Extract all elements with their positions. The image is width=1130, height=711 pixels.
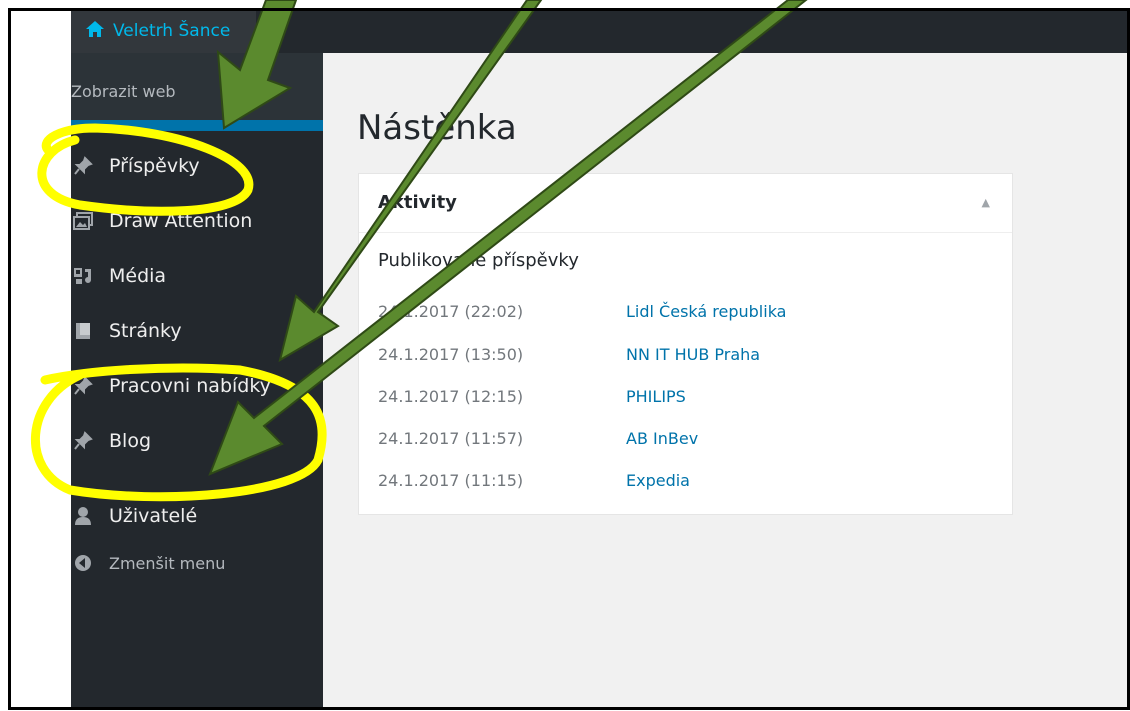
wp-admin-screen: Veletrh Šance Zobrazit web Příspěvky Dra…	[8, 8, 1130, 708]
sidebar-item-label: Média	[109, 264, 167, 287]
pages-icon	[71, 319, 95, 343]
sidebar-item-posts[interactable]: Příspěvky	[71, 138, 323, 193]
page-title: Nástěnka	[357, 108, 517, 148]
sidebar-item-users[interactable]: Uživatelé	[71, 488, 323, 543]
post-link[interactable]: Expedia	[626, 471, 690, 490]
collapse-arrow-icon	[71, 551, 95, 575]
admin-bar: Veletrh Šance	[71, 8, 1130, 53]
post-link[interactable]: NN IT HUB Praha	[626, 345, 760, 364]
sidebar-item-label: Draw Attention	[109, 209, 253, 232]
sidebar-item-label: Stránky	[109, 319, 182, 342]
left-margin	[8, 8, 71, 708]
home-icon	[85, 20, 105, 42]
post-date: 24.1.2017 (13:50)	[378, 345, 524, 364]
sidebar-item-job-offers[interactable]: Pracovni nabídky	[71, 358, 323, 413]
post-date: 24.1.2017 (22:02)	[378, 302, 524, 321]
widget-title: Aktivity	[378, 192, 457, 213]
user-icon	[71, 504, 95, 528]
collapse-menu-label: Zmenšit menu	[109, 553, 226, 573]
post-date: 24.1.2017 (12:15)	[378, 387, 524, 406]
media-icon	[71, 264, 95, 288]
post-link[interactable]: AB InBev	[626, 429, 698, 448]
sidebar-item-label: Příspěvky	[109, 154, 200, 177]
list-item: 24.1.2017 (11:15) Expedia	[378, 471, 690, 495]
widget-header[interactable]: Aktivity ▲	[359, 174, 1012, 233]
site-home-link[interactable]: Veletrh Šance	[71, 8, 256, 53]
post-date: 24.1.2017 (11:57)	[378, 429, 524, 448]
sidebar-item-label: Uživatelé	[109, 504, 198, 527]
view-site-link[interactable]: Zobrazit web	[71, 82, 176, 101]
post-link[interactable]: PHILIPS	[626, 387, 686, 406]
list-item: 24.1.2017 (11:57) AB InBev	[378, 429, 698, 453]
widget-section-title: Publikované příspěvky	[378, 250, 579, 271]
sidebar-item-draw-attention[interactable]: Draw Attention	[71, 193, 323, 248]
list-item: 24.1.2017 (12:15) PHILIPS	[378, 387, 686, 411]
pin-icon	[71, 374, 95, 398]
post-link[interactable]: Lidl Česká republika	[626, 302, 786, 321]
pin-icon	[71, 154, 95, 178]
sidebar-item-label: Pracovni nabídky	[109, 374, 271, 397]
site-name: Veletrh Šance	[113, 20, 231, 41]
sidebar-item-pages[interactable]: Stránky	[71, 303, 323, 358]
list-item: 24.1.2017 (22:02) Lidl Česká republika	[378, 302, 786, 326]
sidebar-item-media[interactable]: Média	[71, 248, 323, 303]
pin-icon	[71, 429, 95, 453]
collapse-menu-button[interactable]: Zmenšit menu	[71, 543, 323, 583]
sidebar-item-label: Blog	[109, 429, 151, 452]
main-content: Nástěnka Aktivity ▲ Publikované příspěvk…	[323, 53, 1130, 708]
view-site-submenu: Zobrazit web	[71, 53, 323, 131]
sidebar-item-blog[interactable]: Blog	[71, 413, 323, 468]
active-indicator	[71, 120, 323, 131]
images-icon	[71, 209, 95, 233]
collapse-toggle-icon[interactable]: ▲	[982, 196, 990, 209]
post-date: 24.1.2017 (11:15)	[378, 471, 524, 490]
admin-sidebar: Zobrazit web Příspěvky Draw Attention Mé…	[71, 53, 323, 708]
activity-widget: Aktivity ▲ Publikované příspěvky 24.1.20…	[358, 173, 1013, 515]
list-item: 24.1.2017 (13:50) NN IT HUB Praha	[378, 345, 760, 369]
